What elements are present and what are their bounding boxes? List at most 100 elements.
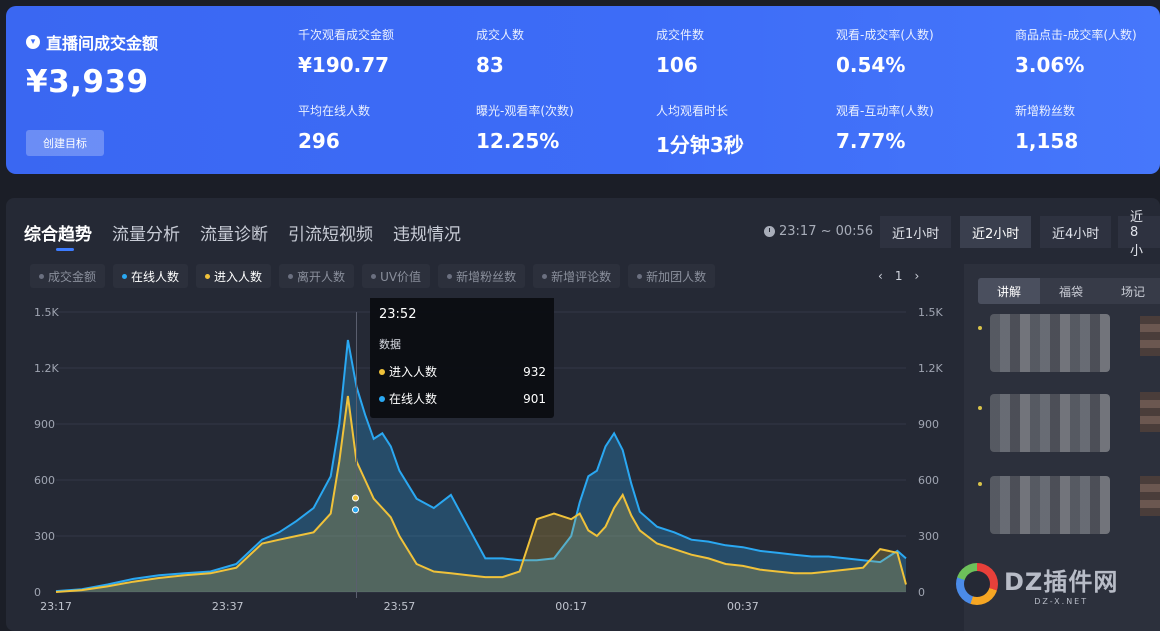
- x-tick-label: 00:37: [727, 600, 759, 613]
- period-2h[interactable]: 近2小时: [960, 216, 1032, 248]
- tab-overall-trend[interactable]: 综合趋势: [24, 220, 92, 251]
- metric-label: 成交件数: [656, 28, 705, 42]
- legend-new-fan-club[interactable]: 新加团人数: [628, 264, 716, 288]
- y-tick-label-right: 600: [918, 474, 939, 487]
- metric-label: 商品点击-成交率(人数): [1015, 28, 1137, 42]
- gmv-value: ¥3,939: [26, 64, 149, 100]
- dz-logo-icon: [956, 563, 998, 605]
- tab-lucky-bag[interactable]: 福袋: [1040, 278, 1102, 304]
- x-tick-label: 00:17: [555, 600, 587, 613]
- tooltip-dot: [379, 396, 385, 402]
- tab-short-video[interactable]: 引流短视频: [288, 220, 373, 245]
- legend-gmv[interactable]: 成交金额: [30, 264, 106, 288]
- metric-new-followers: 新增粉丝数 1,158: [1015, 102, 1078, 153]
- next-page-icon[interactable]: ›: [914, 269, 919, 283]
- metric-exposure-view-rate: 曝光-观看率(次数) 12.25%: [476, 102, 574, 153]
- legend-dot: [122, 273, 128, 279]
- legend-online-users[interactable]: 在线人数: [113, 264, 189, 288]
- dropdown-icon[interactable]: ▾: [26, 35, 40, 49]
- gmv-title: 直播间成交金额: [46, 34, 159, 53]
- metric-value: ¥190.77: [298, 53, 390, 77]
- legend-dot: [637, 273, 643, 279]
- legend-new-comments[interactable]: 新增评论数: [533, 264, 621, 288]
- metric-legend: 成交金额 在线人数 进入人数 离开人数 UV价值 新增粉丝数 新增评论数 新加团…: [30, 264, 716, 288]
- legend-label: 新增粉丝数: [456, 269, 517, 284]
- y-tick-label-right: 900: [918, 418, 939, 431]
- metric-value: 0.54%: [836, 53, 906, 77]
- time-range: 23:17 ~ 00:56: [764, 224, 873, 239]
- watermark: DZ插件网 DZ-X.NET: [956, 562, 1118, 606]
- metric-value: 12.25%: [476, 129, 560, 153]
- product-thumbnail: [1140, 392, 1160, 432]
- legend-dot: [371, 273, 377, 279]
- tab-traffic-diagnosis[interactable]: 流量诊断: [200, 220, 268, 245]
- product-card[interactable]: [990, 394, 1110, 452]
- legend-dot: [205, 273, 211, 279]
- tab-explain[interactable]: 讲解: [978, 278, 1040, 304]
- product-thumbnail: [1140, 476, 1160, 516]
- metric-view-conversion: 观看-成交率(人数) 0.54%: [836, 26, 934, 77]
- legend-uv-value[interactable]: UV价值: [362, 264, 431, 288]
- metric-cpm-gmv: 千次观看成交金额 ¥190.77: [298, 26, 394, 77]
- metric-value: 1,158: [1015, 129, 1079, 153]
- legend-label: 离开人数: [297, 269, 346, 284]
- metric-value: 1分钟3秒: [656, 133, 744, 157]
- metric-value: 106: [656, 53, 698, 77]
- tab-traffic-analysis[interactable]: 流量分析: [112, 220, 180, 245]
- trend-chart[interactable]: 0 0 300 300 600 600 900 900 1.2K 1.2K 1.5K 1.5K 23:1…: [6, 298, 956, 631]
- x-tick-label: 23:57: [384, 600, 416, 613]
- legend-dot: [288, 273, 294, 279]
- prev-page-icon[interactable]: ‹: [878, 269, 883, 283]
- metric-buyers: 成交人数 83: [476, 26, 524, 77]
- timeline-dot: [978, 482, 982, 486]
- y-tick-label-left: 0: [34, 586, 41, 599]
- hover-point: [352, 506, 360, 514]
- legend-leaving-users[interactable]: 离开人数: [279, 264, 355, 288]
- x-tick-label: 23:37: [212, 600, 244, 613]
- y-tick-label-left: 1.2K: [34, 362, 59, 375]
- period-8h[interactable]: 近8小: [1118, 210, 1160, 259]
- product-card[interactable]: [990, 476, 1110, 534]
- period-1h[interactable]: 近1小时: [880, 216, 952, 248]
- metric-value: 3.06%: [1015, 53, 1085, 77]
- legend-label: UV价值: [380, 269, 422, 284]
- y-tick-label-right: 1.2K: [918, 362, 943, 375]
- product-thumbnail: [1140, 316, 1160, 356]
- legend-new-followers[interactable]: 新增粉丝数: [438, 264, 526, 288]
- product-card[interactable]: [990, 314, 1110, 372]
- y-tick-label-left: 600: [34, 474, 55, 487]
- legend-entering-users[interactable]: 进入人数: [196, 264, 272, 288]
- legend-label: 进入人数: [214, 269, 263, 284]
- clock-icon: [764, 226, 775, 237]
- legend-label: 新增评论数: [551, 269, 612, 284]
- tooltip-value: 932: [523, 365, 546, 379]
- tooltip-dot: [379, 369, 385, 375]
- y-tick-label-right: 300: [918, 530, 939, 543]
- y-tick-label-right: 0: [918, 586, 925, 599]
- analysis-tabs: 综合趋势 流量分析 流量诊断 引流短视频 违规情况: [24, 220, 461, 251]
- timeline-dot: [978, 406, 982, 410]
- metric-label: 曝光-观看率(次数): [476, 104, 574, 118]
- tab-violations[interactable]: 违规情况: [393, 220, 461, 245]
- metric-interaction-rate: 观看-互动率(人数) 7.77%: [836, 102, 934, 153]
- tab-notes[interactable]: 场记: [1102, 278, 1160, 304]
- y-tick-label-left: 1.5K: [34, 306, 59, 319]
- legend-pager: ‹ 1 ›: [878, 264, 919, 288]
- metric-label: 人均观看时长: [656, 104, 729, 118]
- period-4h[interactable]: 近4小时: [1040, 216, 1112, 248]
- tooltip-value: 901: [523, 392, 546, 406]
- watermark-subtext: DZ-X.NET: [1034, 597, 1089, 606]
- create-goal-button[interactable]: 创建目标: [26, 130, 104, 156]
- timeline-dot: [978, 326, 982, 330]
- metric-label: 千次观看成交金额: [298, 28, 395, 42]
- y-tick-label-left: 300: [34, 530, 55, 543]
- x-tick-label: 23:17: [40, 600, 72, 613]
- hover-point: [352, 494, 360, 502]
- legend-label: 新加团人数: [646, 269, 707, 284]
- legend-label: 在线人数: [131, 269, 180, 284]
- metric-value: 83: [476, 53, 504, 77]
- legend-dot: [447, 273, 453, 279]
- overview-banner: ▾ 直播间成交金额 ¥3,939 创建目标 千次观看成交金额 ¥190.77 成…: [6, 6, 1160, 174]
- metric-label: 成交人数: [476, 28, 525, 42]
- side-tabs: 讲解 福袋 场记: [978, 278, 1160, 304]
